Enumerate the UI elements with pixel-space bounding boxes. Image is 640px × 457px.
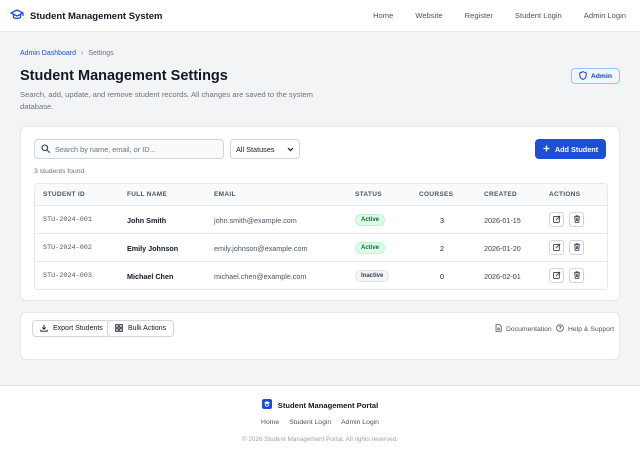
breadcrumb: Admin Dashboard › Settings [20,50,114,57]
breadcrumb-separator: › [81,50,84,57]
edit-icon [552,242,561,253]
shield-icon [579,70,587,82]
edit-icon [552,214,561,225]
add-student-label: Add Student [554,144,599,154]
cell-full-name: John Smith [127,216,167,225]
search-input[interactable] [55,144,215,154]
cell-email: emily.johnson@example.com [214,244,308,253]
export-students-button[interactable]: Export Students [32,320,111,337]
bulk-actions-button[interactable]: Bulk Actions [107,320,175,337]
nav-admin-login[interactable]: Admin Login [584,11,626,20]
cell-email: john.smith@example.com [214,216,297,225]
trash-icon [573,214,581,225]
footer-brand-title: Student Management Portal [277,400,379,410]
documentation-label: Documentation [506,325,552,333]
page-title: Student Management Settings [20,68,228,84]
footer-link-home[interactable]: Home [261,419,279,426]
top-navbar: Student Management System Home Website R… [0,0,640,32]
col-student-id[interactable]: STUDENT ID [43,191,85,198]
school-icon [261,399,272,411]
footer-links: Home Student Login Admin Login [0,419,640,426]
add-student-button[interactable]: Add Student [535,139,606,159]
actions-card: Export Students Bulk Actions Documentati… [20,312,620,360]
brand-title: Student Management System [30,10,163,22]
cell-full-name: Emily Johnson [127,244,179,253]
main-nav: Home Website Register Student Login Admi… [351,11,626,20]
help-circle-icon [556,324,564,334]
trash-icon [573,270,581,281]
table-row: STU-2024-001 John Smith john.smith@examp… [35,206,607,234]
col-status[interactable]: STATUS [355,191,382,198]
cell-email: michael.chen@example.com [214,272,307,281]
admin-badge-label: Admin [590,72,612,80]
cell-created: 2026-02-01 [484,272,521,281]
export-students-label: Export Students [53,325,103,332]
footer-link-student-login[interactable]: Student Login [289,419,331,426]
page-footer: Student Management Portal Home Student L… [0,385,640,457]
edit-button[interactable] [549,268,564,283]
bulk-actions-label: Bulk Actions [128,325,167,332]
cell-full-name: Michael Chen [127,272,174,281]
status-filter-value: All Statuses [236,144,275,154]
trash-icon [573,242,581,253]
documentation-link[interactable]: Documentation [495,324,552,334]
table-header: STUDENT ID FULL NAME EMAIL STATUS COURSE… [35,184,607,206]
download-icon [40,324,48,334]
nav-website[interactable]: Website [415,11,442,20]
brand[interactable]: Student Management System [10,9,163,23]
cell-courses: 3 [440,216,444,225]
breadcrumb-admin-dashboard[interactable]: Admin Dashboard [20,50,76,57]
graduation-cap-icon [10,9,24,23]
nav-home[interactable]: Home [373,11,393,20]
results-count: 3 students found [34,168,85,175]
status-filter-select[interactable]: All Statuses [230,139,300,159]
footer-link-admin-login[interactable]: Admin Login [341,419,379,426]
col-actions: ACTIONS [549,191,581,198]
cell-student-id: STU-2024-003 [43,272,92,280]
students-table: STUDENT ID FULL NAME EMAIL STATUS COURSE… [34,183,608,290]
edit-button[interactable] [549,212,564,227]
breadcrumb-current: Settings [88,50,114,57]
delete-button[interactable] [569,268,584,283]
status-badge: Active [355,214,386,226]
help-support-link[interactable]: Help & Support [556,324,614,334]
col-full-name[interactable]: FULL NAME [127,191,167,198]
table-row: STU-2024-002 Emily Johnson emily.johnson… [35,234,607,262]
cell-student-id: STU-2024-001 [43,216,92,224]
grid-icon [115,323,123,334]
cell-courses: 0 [440,272,444,281]
cell-created: 2026-01-15 [484,216,521,225]
table-row: STU-2024-003 Michael Chen michael.chen@e… [35,262,607,289]
students-card: All Statuses Add Student 3 students foun… [20,126,620,301]
delete-button[interactable] [569,212,584,227]
col-email[interactable]: EMAIL [214,191,236,198]
search-box[interactable] [34,139,224,159]
help-support-label: Help & Support [568,325,615,333]
footer-brand: Student Management Portal [0,399,640,411]
document-icon [495,324,502,334]
cell-created: 2026-01-20 [484,244,521,253]
col-created[interactable]: CREATED [484,191,517,198]
search-icon [41,143,50,155]
cell-courses: 2 [440,244,444,253]
status-badge: Active [355,242,386,254]
plus-icon [543,145,550,154]
chevron-down-icon [287,145,294,154]
copyright: © 2026 Student Management Portal. All ri… [242,436,398,443]
nav-register[interactable]: Register [465,11,493,20]
status-badge: Inactive [355,270,390,282]
cell-student-id: STU-2024-002 [43,244,92,252]
col-courses[interactable]: COURSES [419,191,453,198]
edit-button[interactable] [549,240,564,255]
delete-button[interactable] [569,240,584,255]
page-description: Search, add, update, and remove student … [20,90,313,111]
admin-role-badge: Admin [570,68,620,84]
nav-student-login[interactable]: Student Login [515,11,562,20]
edit-icon [552,270,561,281]
